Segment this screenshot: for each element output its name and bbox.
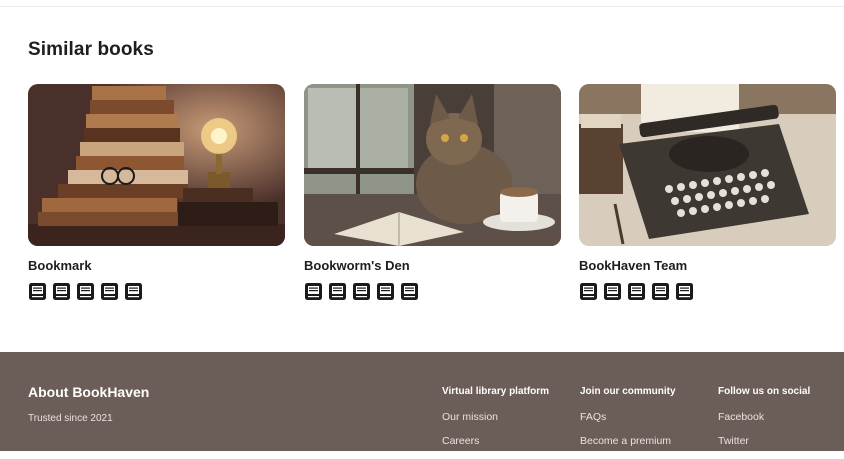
book-icon <box>580 283 597 300</box>
footer-column-social: Follow us on social Facebook Twitter <box>718 386 810 459</box>
book-icon <box>604 283 621 300</box>
book-card[interactable]: BookHaven Team <box>579 84 836 301</box>
footer-column-title: Join our community <box>580 386 676 397</box>
book-title[interactable]: Bookmark <box>28 258 285 273</box>
book-icon <box>353 283 370 300</box>
book-icon <box>305 283 322 300</box>
book-cover-image[interactable] <box>579 84 836 246</box>
book-rating <box>28 282 285 301</box>
footer-about-subtitle: Trusted since 2021 <box>28 413 113 424</box>
book-rating <box>304 282 561 301</box>
book-icon <box>29 283 46 300</box>
book-title[interactable]: BookHaven Team <box>579 258 836 273</box>
book-icon <box>377 283 394 300</box>
book-card[interactable]: Bookworm's Den <box>304 84 561 301</box>
book-icon <box>329 283 346 300</box>
book-icon <box>628 283 645 300</box>
header-divider <box>0 6 844 7</box>
footer-link-become-premium[interactable]: Become a premium <box>580 435 676 447</box>
footer-link-our-mission[interactable]: Our mission <box>442 411 549 423</box>
footer-column-title: Follow us on social <box>718 386 811 397</box>
footer-link-facebook[interactable]: Facebook <box>718 411 810 423</box>
book-rating <box>579 282 836 301</box>
book-icon <box>401 283 418 300</box>
book-icon <box>125 283 142 300</box>
book-icon <box>53 283 70 300</box>
footer-column-title: Virtual library platform <box>442 386 550 397</box>
footer-column-platform: Virtual library platform Our mission Car… <box>442 386 549 459</box>
footer-about-title: About BookHaven <box>28 384 150 400</box>
footer-column-community: Join our community FAQs Become a premium <box>580 386 676 459</box>
book-icon <box>77 283 94 300</box>
book-cover-image[interactable] <box>304 84 561 246</box>
section-title: Similar books <box>28 39 154 60</box>
footer-link-faqs[interactable]: FAQs <box>580 411 676 423</box>
book-title[interactable]: Bookworm's Den <box>304 258 561 273</box>
book-icon <box>652 283 669 300</box>
book-cover-image[interactable] <box>28 84 285 246</box>
book-icon <box>676 283 693 300</box>
site-footer: About BookHaven Trusted since 2021 Virtu… <box>0 352 844 451</box>
book-card[interactable]: Bookmark <box>28 84 285 301</box>
footer-link-careers[interactable]: Careers <box>442 435 549 447</box>
footer-link-twitter[interactable]: Twitter <box>718 435 810 447</box>
book-icon <box>101 283 118 300</box>
